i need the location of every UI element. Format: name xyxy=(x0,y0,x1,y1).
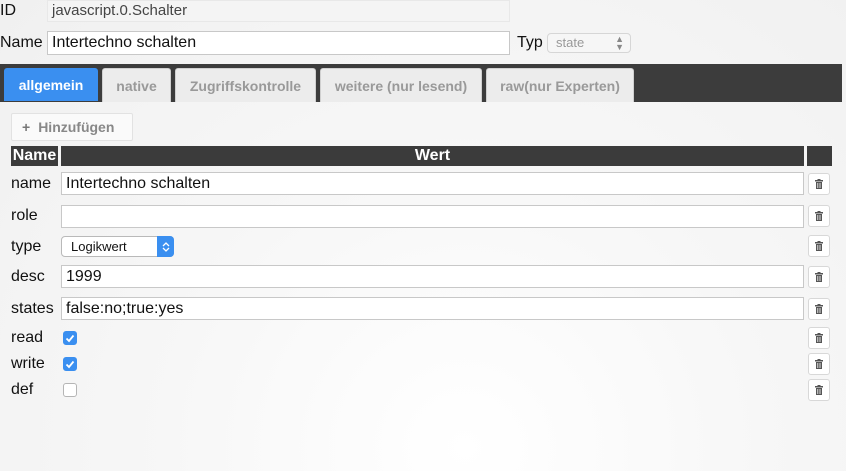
id-label: ID xyxy=(0,2,16,19)
delete-button-states[interactable] xyxy=(808,298,830,320)
row-label-name: name xyxy=(11,175,52,192)
tab-weitere[interactable]: weitere (nur lesend) xyxy=(320,68,482,102)
row-label-role: role xyxy=(11,207,38,224)
trash-icon xyxy=(815,210,823,221)
object-type-value: state xyxy=(556,35,585,50)
value-input-role[interactable] xyxy=(61,205,804,228)
trash-icon xyxy=(815,178,823,189)
checkbox-read[interactable] xyxy=(63,331,77,345)
row-label-states: states xyxy=(11,300,54,317)
name-input[interactable]: Intertechno schalten xyxy=(47,31,510,55)
trash-icon xyxy=(815,240,823,251)
value-input-name[interactable]: Intertechno schalten xyxy=(61,172,804,195)
id-field: javascript.0.Schalter xyxy=(47,0,510,22)
delete-button-type[interactable] xyxy=(808,235,830,257)
delete-button-write[interactable] xyxy=(808,353,830,375)
column-header-name: Name xyxy=(11,146,58,166)
add-button-label: Hinzufügen xyxy=(38,119,115,135)
value-select-type-text: Logikwert xyxy=(71,239,127,254)
checkbox-write[interactable] xyxy=(63,357,77,371)
row-label-write: write xyxy=(11,355,45,372)
trash-icon xyxy=(815,384,823,395)
add-button[interactable]: + Hinzufügen xyxy=(11,113,133,141)
row-label-def: def xyxy=(11,381,34,398)
row-label-read: read xyxy=(11,329,44,346)
trash-icon xyxy=(815,332,823,343)
plus-icon: + xyxy=(22,119,31,135)
updown-chevron-icon: ▲ ▼ xyxy=(615,34,624,52)
column-header-wert: Wert xyxy=(61,146,804,166)
delete-button-role[interactable] xyxy=(808,205,830,227)
object-type-select: state ▲ ▼ xyxy=(547,33,631,53)
type-label: Typ xyxy=(517,34,543,51)
value-input-desc[interactable]: 1999 xyxy=(61,265,804,288)
name-label: Name xyxy=(0,34,43,51)
tab-bar: allgemein native Zugriffskontrolle weite… xyxy=(0,64,842,102)
tab-native[interactable]: native xyxy=(102,68,171,102)
row-label-type: type xyxy=(11,238,42,255)
delete-button-read[interactable] xyxy=(808,327,830,349)
checkbox-def[interactable] xyxy=(63,383,77,397)
checkmark-icon xyxy=(65,360,75,368)
checkmark-icon xyxy=(65,334,75,342)
tab-raw[interactable]: raw(nur Experten) xyxy=(486,68,634,102)
tab-allgemein[interactable]: allgemein xyxy=(4,68,98,101)
delete-button-def[interactable] xyxy=(808,379,830,401)
value-select-type[interactable]: Logikwert xyxy=(61,236,174,257)
trash-icon xyxy=(815,271,823,282)
row-label-desc: desc xyxy=(11,268,45,285)
tab-zugriffskontrolle[interactable]: Zugriffskontrolle xyxy=(175,68,316,102)
value-input-states[interactable]: false:no;true:yes xyxy=(61,297,804,320)
delete-button-name[interactable] xyxy=(808,173,830,195)
column-header-actions xyxy=(807,146,832,166)
trash-icon xyxy=(815,358,823,369)
delete-button-desc[interactable] xyxy=(808,266,830,288)
trash-icon xyxy=(815,303,823,314)
select-chevron-icon xyxy=(157,236,174,257)
